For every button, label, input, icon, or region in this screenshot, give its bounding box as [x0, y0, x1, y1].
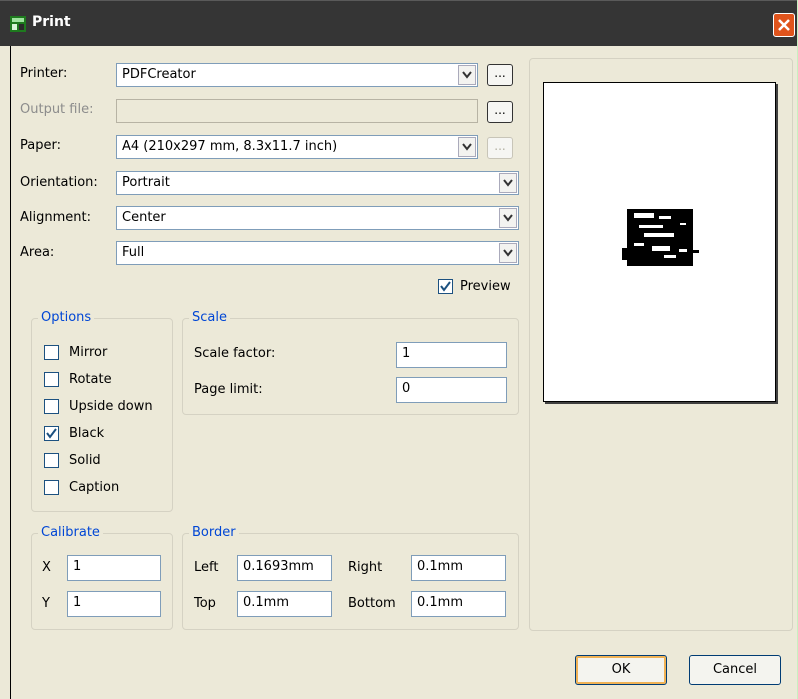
paper-label: Paper:	[20, 138, 61, 153]
printer-value: PDFCreator	[122, 67, 196, 82]
close-icon	[778, 19, 790, 31]
preview-panel	[529, 58, 793, 631]
print-dialog: Print Printer: PDFCreator ... Output fil…	[0, 0, 797, 699]
scale-factor-input[interactable]: 1	[396, 342, 507, 368]
orientation-label: Orientation:	[20, 175, 98, 190]
page-limit-label: Page limit:	[194, 382, 263, 397]
border-right-label: Right	[348, 560, 383, 575]
border-right-input[interactable]: 0.1mm	[411, 555, 506, 581]
output-browse-button[interactable]: ...	[487, 101, 513, 123]
scale-factor-label: Scale factor:	[194, 346, 276, 361]
ok-button[interactable]: OK	[575, 655, 667, 685]
alignment-value: Center	[122, 210, 166, 225]
scale-title: Scale	[189, 310, 230, 325]
calibrate-x-input[interactable]: 1	[67, 555, 161, 581]
calibrate-title: Calibrate	[38, 525, 103, 540]
black-label: Black	[69, 426, 105, 441]
caption-checkbox[interactable]	[44, 480, 59, 495]
paper-browse-button[interactable]: ...	[487, 137, 513, 159]
page-limit-input[interactable]: 0	[396, 377, 507, 403]
rotate-checkbox[interactable]	[44, 372, 59, 387]
orientation-select[interactable]: Portrait	[116, 171, 519, 195]
border-left-input[interactable]: 0.1693mm	[237, 555, 332, 581]
upside-down-checkbox[interactable]	[44, 399, 59, 414]
border-bottom-input[interactable]: 0.1mm	[411, 591, 506, 617]
orientation-value: Portrait	[122, 175, 170, 190]
area-select[interactable]: Full	[116, 241, 519, 265]
paper-value: A4 (210x297 mm, 8.3x11.7 inch)	[122, 139, 338, 154]
pcb-thumbnail	[622, 209, 699, 266]
upside-down-label: Upside down	[69, 399, 153, 414]
area-label: Area:	[20, 245, 55, 260]
check-icon	[46, 428, 57, 439]
solid-checkbox[interactable]	[44, 453, 59, 468]
chevron-down-icon[interactable]	[499, 208, 517, 228]
window-title: Print	[32, 14, 71, 30]
dialog-body: Printer: PDFCreator ... Output file: ...…	[10, 46, 797, 699]
check-icon	[440, 281, 451, 292]
alignment-select[interactable]: Center	[116, 206, 519, 230]
solid-label: Solid	[69, 453, 101, 468]
chevron-down-icon[interactable]	[499, 173, 517, 193]
border-bottom-label: Bottom	[348, 596, 396, 611]
caption-label: Caption	[69, 480, 120, 495]
calibrate-y-label: Y	[42, 596, 50, 611]
chevron-down-icon[interactable]	[458, 137, 476, 157]
page-preview	[543, 82, 776, 402]
options-title: Options	[38, 310, 95, 325]
cancel-button[interactable]: Cancel	[689, 655, 781, 685]
area-value: Full	[122, 245, 145, 260]
output-file-label: Output file:	[20, 102, 94, 117]
paper-select[interactable]: A4 (210x297 mm, 8.3x11.7 inch)	[116, 135, 478, 159]
border-title: Border	[189, 525, 239, 540]
close-button[interactable]	[773, 13, 795, 37]
black-checkbox[interactable]	[44, 426, 59, 441]
border-top-label: Top	[194, 596, 216, 611]
chevron-down-icon[interactable]	[499, 243, 517, 263]
border-top-input[interactable]: 0.1mm	[237, 591, 332, 617]
border-left-label: Left	[194, 560, 219, 575]
mirror-label: Mirror	[69, 345, 108, 360]
chevron-down-icon[interactable]	[458, 65, 476, 85]
printer-select[interactable]: PDFCreator	[116, 63, 478, 87]
preview-checkbox[interactable]	[438, 279, 453, 294]
output-file-input[interactable]	[116, 99, 478, 123]
preview-label: Preview	[460, 279, 511, 294]
app-icon	[10, 16, 26, 32]
calibrate-y-input[interactable]: 1	[67, 591, 161, 617]
alignment-label: Alignment:	[20, 210, 91, 225]
rotate-label: Rotate	[69, 372, 112, 387]
calibrate-x-label: X	[42, 560, 51, 575]
title-bar: Print	[0, 0, 797, 46]
printer-label: Printer:	[20, 66, 68, 81]
printer-browse-button[interactable]: ...	[487, 64, 513, 86]
mirror-checkbox[interactable]	[44, 345, 59, 360]
